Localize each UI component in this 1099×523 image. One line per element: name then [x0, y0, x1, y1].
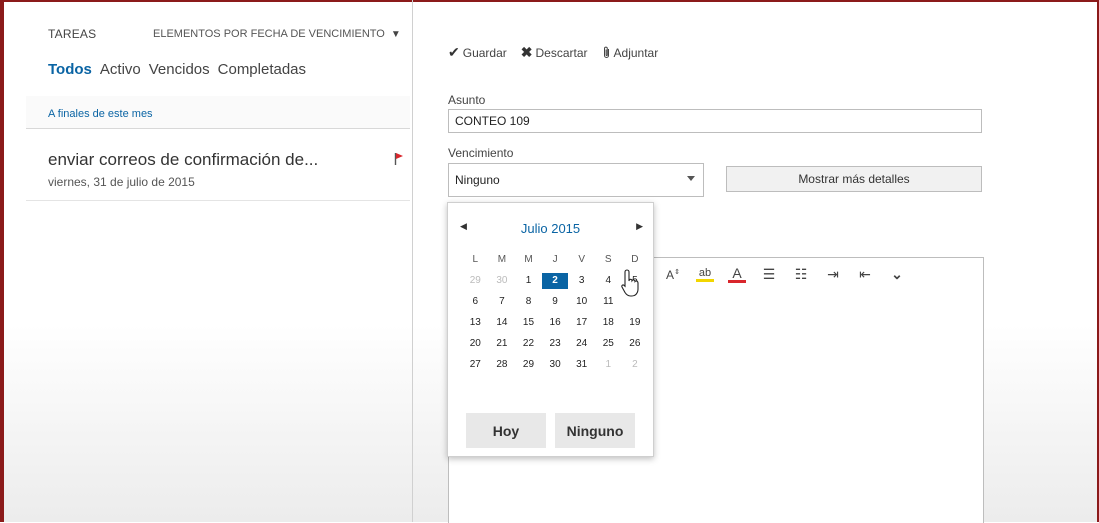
calendar-day[interactable]: 17	[568, 315, 595, 331]
calendar-day[interactable]: 7	[489, 294, 516, 310]
calendar-day[interactable]: 2	[622, 357, 649, 373]
tab-activo[interactable]: Activo	[100, 61, 141, 78]
attach-button[interactable]: Adjuntar	[602, 44, 659, 61]
calendar-day[interactable]: 18	[595, 315, 622, 331]
flag-icon[interactable]	[394, 152, 404, 166]
save-label: Guardar	[462, 45, 507, 60]
font-size-icon[interactable]: A⇕	[664, 268, 682, 282]
today-button[interactable]: Hoy	[466, 413, 546, 448]
paperclip-icon	[603, 46, 609, 58]
calendar-day[interactable]: 19	[622, 315, 649, 331]
calendar-day[interactable]: 29	[462, 273, 489, 289]
checkmark-icon: ✔	[448, 44, 460, 60]
attach-label: Adjuntar	[613, 45, 659, 60]
date-picker-popup: ◀ Julio 2015 ▶ LMMJVSD293012345678910111…	[447, 202, 654, 457]
subject-label: Asunto	[448, 93, 486, 107]
task-due-date: viernes, 31 de julio de 2015	[48, 175, 195, 189]
calendar-day[interactable]: 16	[542, 315, 569, 331]
group-header: A finales de este mes	[26, 96, 410, 129]
due-label: Vencimiento	[448, 146, 514, 160]
save-button[interactable]: ✔ Guardar	[448, 44, 507, 61]
due-date-select[interactable]: Ninguno	[448, 163, 704, 197]
next-month-icon[interactable]: ▶	[636, 221, 643, 232]
calendar-day[interactable]: 15	[515, 315, 542, 331]
calendar-day[interactable]: 31	[568, 357, 595, 373]
weekday-header: S	[604, 254, 612, 265]
calendar-day[interactable]: 4	[595, 273, 622, 289]
more-options-icon[interactable]: ⌄	[888, 266, 906, 283]
subject-input[interactable]: CONTEO 109	[448, 109, 982, 133]
calendar-day[interactable]: 10	[568, 294, 595, 310]
sort-filter-dropdown[interactable]: ELEMENTOS POR FECHA DE VENCIMIENTO ▼	[153, 28, 401, 40]
calendar-day[interactable]: 13	[462, 315, 489, 331]
task-subject: enviar correos de confirmación de...	[48, 150, 319, 169]
hand-cursor-icon	[621, 269, 639, 297]
format-toolbar: A⇕ ab A ☰ ☷ ⇥ ⇤ ⌄	[664, 266, 906, 283]
weekday-header: D	[631, 254, 639, 265]
calendar-day[interactable]: 23	[542, 336, 569, 352]
calendar-day[interactable]: 1	[595, 357, 622, 373]
calendar-day[interactable]: 24	[568, 336, 595, 352]
calendar-month-title: Julio 2015	[520, 221, 581, 236]
calendar-day[interactable]: 28	[489, 357, 516, 373]
calendar-day[interactable]: 25	[595, 336, 622, 352]
pane-title: TAREAS	[48, 27, 97, 41]
sort-filter-label: ELEMENTOS POR FECHA DE VENCIMIENTO	[153, 28, 385, 40]
calendar-day[interactable]: 2	[541, 273, 569, 289]
calendar-day[interactable]: 11	[595, 294, 622, 310]
tab-completadas[interactable]: Completadas	[218, 61, 306, 78]
calendar-day[interactable]: 8	[515, 294, 542, 310]
highlight-icon[interactable]: ab	[696, 267, 714, 282]
weekday-header: J	[552, 254, 558, 265]
group-header-label: A finales de este mes	[48, 108, 153, 120]
tab-todos[interactable]: Todos	[48, 61, 92, 78]
calendar-day[interactable]: 9	[542, 294, 569, 310]
calendar-day[interactable]: 1	[515, 273, 542, 289]
discard-label: Descartar	[535, 45, 588, 60]
calendar-day[interactable]: 21	[489, 336, 516, 352]
bullet-list-icon[interactable]: ☰	[760, 266, 778, 283]
weekday-header: M	[497, 254, 507, 265]
caret-down-icon: ▼	[390, 28, 401, 40]
show-more-details-button[interactable]: Mostrar más detalles	[726, 166, 982, 192]
tab-vencidos[interactable]: Vencidos	[149, 61, 210, 78]
indent-icon[interactable]: ⇥	[824, 266, 842, 283]
due-value: Ninguno	[455, 173, 500, 187]
weekday-header: V	[578, 254, 585, 265]
calendar-day[interactable]: 3	[568, 273, 595, 289]
subject-value: CONTEO 109	[455, 114, 530, 128]
calendar-day[interactable]: 6	[462, 294, 489, 310]
close-icon: ✖	[520, 44, 533, 60]
task-filter-tabs: Todos Activo Vencidos Completadas	[48, 61, 306, 78]
calendar-day[interactable]: 29	[515, 357, 542, 373]
calendar-day[interactable]: 26	[622, 336, 649, 352]
calendar-day[interactable]: 30	[489, 273, 516, 289]
task-list-pane: TAREAS ELEMENTOS POR FECHA DE VENCIMIENT…	[22, 0, 413, 522]
font-color-icon[interactable]: A	[728, 266, 746, 283]
task-toolbar: ✔ Guardar ✖ Descartar Adjuntar	[448, 44, 658, 61]
outdent-icon[interactable]: ⇤	[856, 266, 874, 283]
numbered-list-icon[interactable]: ☷	[792, 266, 810, 283]
weekday-header: M	[524, 254, 533, 265]
weekday-header: L	[472, 254, 479, 265]
task-item[interactable]: enviar correos de confirmación de... vie…	[26, 134, 410, 201]
calendar-day[interactable]: 22	[515, 336, 542, 352]
chevron-down-icon	[687, 176, 695, 181]
calendar-day[interactable]: 30	[542, 357, 569, 373]
none-button[interactable]: Ninguno	[555, 413, 635, 448]
discard-button[interactable]: ✖ Descartar	[521, 44, 588, 61]
calendar-day[interactable]: 27	[462, 357, 489, 373]
calendar-day[interactable]: 14	[489, 315, 516, 331]
calendar-day[interactable]: 20	[462, 336, 489, 352]
